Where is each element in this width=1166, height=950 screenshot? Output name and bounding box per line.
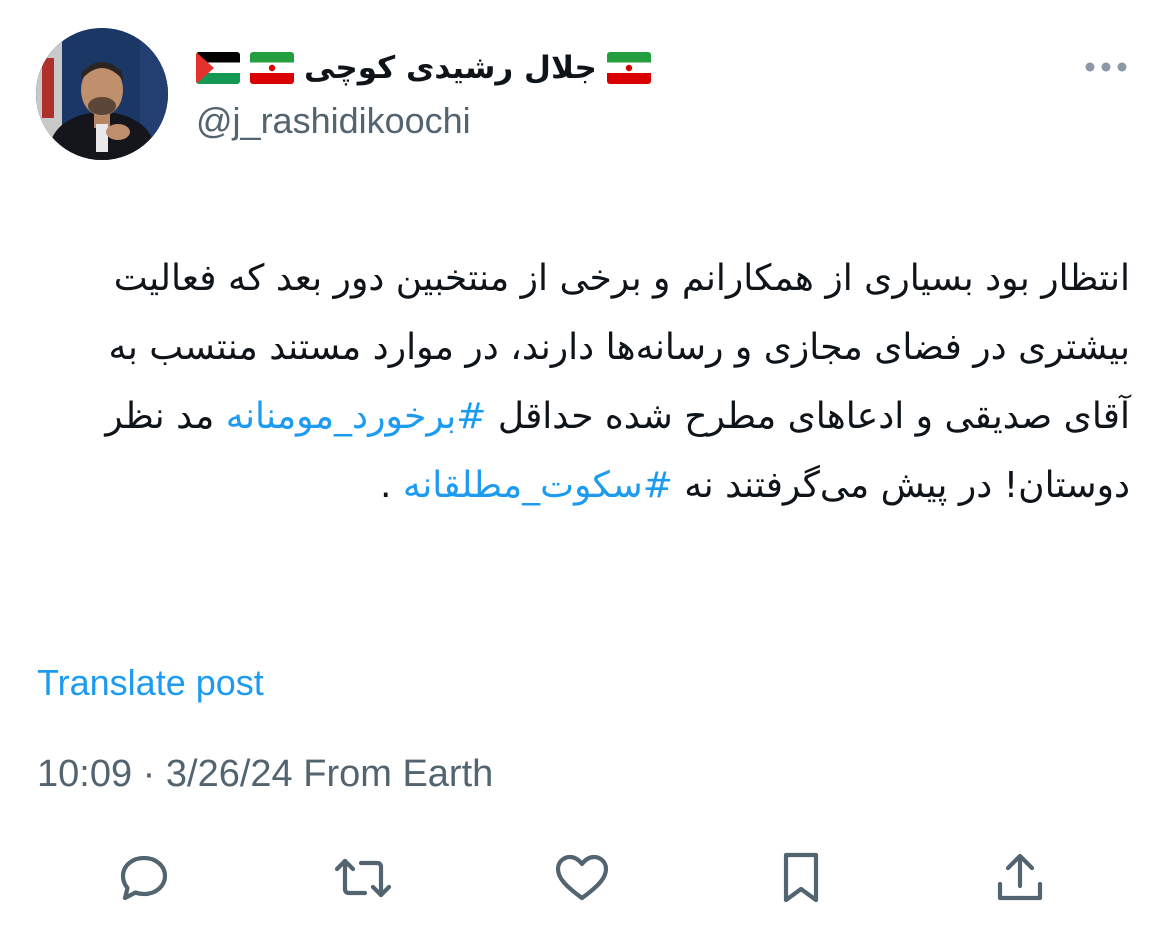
author-display-name[interactable]: جلال رشیدی کوچی xyxy=(304,50,597,86)
tweet-source: From Earth xyxy=(303,753,494,795)
tweet-meta: 10:09 · 3/26/24 From Earth xyxy=(37,753,493,796)
translate-post-link[interactable]: Translate post xyxy=(37,662,264,704)
hashtag-link[interactable]: #سکوت_مطلقانه xyxy=(403,465,673,506)
more-options-icon[interactable] xyxy=(1080,52,1132,82)
hashtag-link[interactable]: #برخورد_مومنانه xyxy=(226,396,487,437)
tweet-time[interactable]: 10:09 xyxy=(37,753,132,795)
share-icon[interactable] xyxy=(990,850,1050,906)
iran-flag-icon xyxy=(606,52,651,84)
meta-separator: · xyxy=(142,753,156,795)
palestine-flag-icon xyxy=(196,52,240,84)
reply-icon[interactable] xyxy=(114,850,174,906)
avatar[interactable] xyxy=(36,28,168,160)
retweet-icon[interactable] xyxy=(333,850,393,906)
iran-flag-icon xyxy=(250,52,294,84)
tweet-text: انتظار بود بسیاری از همکارانم و برخی از … xyxy=(36,244,1130,520)
author-name-row: جلال رشیدی کوچی xyxy=(196,44,651,92)
tweet: جلال رشیدی کوچی @j_rashidikoochi انتظار … xyxy=(0,0,1166,950)
bookmark-icon[interactable] xyxy=(771,850,831,906)
author-handle[interactable]: @j_rashidikoochi xyxy=(196,100,471,142)
tweet-text-part: . xyxy=(380,465,403,506)
like-icon[interactable] xyxy=(552,850,612,906)
tweet-date[interactable]: 3/26/24 xyxy=(166,753,293,795)
